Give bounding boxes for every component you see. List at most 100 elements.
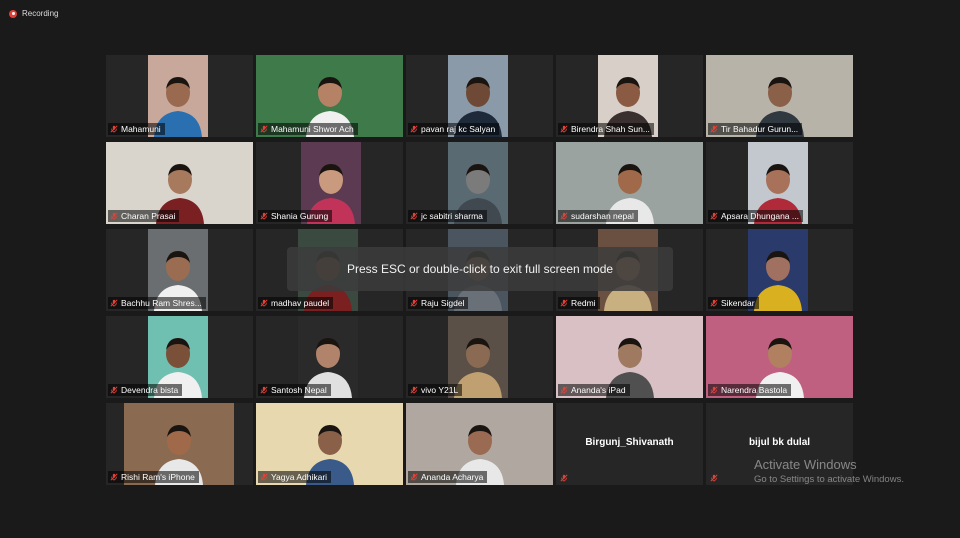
participant-name-bar: Rishi Ram's iPhone (108, 471, 199, 483)
participant-name: vivo Y21L (421, 385, 459, 395)
participant-name: Birgunj_Shivanath (585, 437, 674, 448)
participant-tile[interactable]: Devendra bista (106, 316, 253, 398)
participant-name-bar: Mahamuni Shwor Ach (258, 123, 358, 135)
muted-mic-icon (560, 474, 568, 482)
participant-name: Ananda Acharya (421, 472, 484, 482)
muted-mic-icon (560, 386, 568, 394)
participant-name: Ananda's iPad (571, 385, 626, 395)
participant-tile[interactable]: vivo Y21L (406, 316, 553, 398)
participant-tile[interactable]: Birendra Shah Sun... (556, 55, 703, 137)
participant-name: Sikendar (721, 298, 755, 308)
muted-mic-icon (110, 212, 118, 220)
participant-name: sudarshan nepal (571, 211, 634, 221)
participant-name-bar: Ananda Acharya (408, 471, 488, 483)
participant-tile[interactable]: Ananda Acharya (406, 403, 553, 485)
recording-indicator[interactable]: Recording (9, 9, 58, 18)
muted-mic-icon (260, 473, 268, 481)
muted-mic-icon (710, 474, 718, 482)
participant-tile[interactable]: Mahamuni Shwor Ach (256, 55, 403, 137)
fullscreen-toast-text: Press ESC or double-click to exit full s… (346, 262, 614, 276)
participant-mic (558, 473, 572, 483)
muted-mic-icon (410, 473, 418, 481)
participant-name-bar: Yagya Adhikari (258, 471, 332, 483)
muted-mic-icon (110, 473, 118, 481)
participant-name-bar: vivo Y21L (408, 384, 463, 396)
participant-tile[interactable]: pavan raj kc Salyan (406, 55, 553, 137)
participant-tile[interactable]: Yagya Adhikari (256, 403, 403, 485)
recording-label: Recording (22, 9, 59, 18)
participant-tile[interactable]: Tir Bahadur Gurun... (706, 55, 853, 137)
participant-tile[interactable]: Sikendar (706, 229, 853, 311)
muted-mic-icon (710, 386, 718, 394)
participant-tile[interactable]: Santosh Nepal (256, 316, 403, 398)
participant-name-bar: Birendra Shah Sun... (558, 123, 654, 135)
muted-mic-icon (410, 386, 418, 394)
activate-windows-title: Activate Windows (754, 457, 857, 472)
participant-tile[interactable]: Birgunj_Shivanath (556, 403, 703, 485)
participant-name-bar: madhav paudel (258, 297, 334, 309)
activate-windows-watermark: Activate Windows Go to Settings to activ… (754, 457, 904, 485)
participant-mic (708, 473, 722, 483)
participant-name-bar: Ananda's iPad (558, 384, 630, 396)
participant-name-bar: Bachhu Ram Shres... (108, 297, 206, 309)
participant-tile[interactable]: Narendra Bastola (706, 316, 853, 398)
muted-mic-icon (710, 299, 718, 307)
participant-name-bar: pavan raj kc Salyan (408, 123, 500, 135)
muted-mic-icon (710, 125, 718, 133)
muted-mic-icon (410, 299, 418, 307)
muted-mic-icon (110, 386, 118, 394)
participant-name: Narendra Bastola (721, 385, 788, 395)
participant-name-bar: jc sabitri sharma (408, 210, 487, 222)
participant-name-bar: Santosh Nepal (258, 384, 331, 396)
participant-name: Yagya Adhikari (271, 472, 328, 482)
participant-name: Bachhu Ram Shres... (121, 298, 202, 308)
participant-name: madhav paudel (271, 298, 330, 308)
participant-name: Shania Gurung (271, 211, 329, 221)
participant-name: Charan Prasai (121, 211, 176, 221)
muted-mic-icon (110, 125, 118, 133)
participant-name: Redmi (571, 298, 596, 308)
participant-name: Apsara Dhungana ... (721, 211, 799, 221)
participant-name-bar: Sikendar (708, 297, 759, 309)
participant-name: Santosh Nepal (271, 385, 327, 395)
participant-name-bar: Tir Bahadur Gurun... (708, 123, 803, 135)
participant-name: Birendra Shah Sun... (571, 124, 650, 134)
muted-mic-icon (410, 212, 418, 220)
muted-mic-icon (260, 299, 268, 307)
participant-name: pavan raj kc Salyan (421, 124, 496, 134)
participant-tile[interactable]: Rishi Ram's iPhone (106, 403, 253, 485)
participant-tile[interactable]: Mahamuni (106, 55, 253, 137)
participant-name-bar: Devendra bista (108, 384, 183, 396)
participant-tile[interactable]: Charan Prasai (106, 142, 253, 224)
participant-name-bar: Redmi (558, 297, 600, 309)
participant-name-bar: Charan Prasai (108, 210, 180, 222)
participant-tile[interactable]: Shania Gurung (256, 142, 403, 224)
participant-name: Mahamuni (121, 124, 161, 134)
participant-name: Rishi Ram's iPhone (121, 472, 195, 482)
muted-mic-icon (410, 125, 418, 133)
participant-tile[interactable]: Apsara Dhungana ... (706, 142, 853, 224)
participant-name-bar: Narendra Bastola (708, 384, 792, 396)
recording-icon (9, 9, 17, 18)
participant-name: Mahamuni Shwor Ach (271, 124, 354, 134)
participant-name-bar: Shania Gurung (258, 210, 333, 222)
participant-tile[interactable]: sudarshan nepal (556, 142, 703, 224)
participant-name: bijul bk dulal (748, 437, 811, 448)
participant-name-bar: sudarshan nepal (558, 210, 638, 222)
muted-mic-icon (710, 212, 718, 220)
participant-tile[interactable]: Ananda's iPad (556, 316, 703, 398)
participant-name: Raju Sigdel (421, 298, 465, 308)
muted-mic-icon (560, 125, 568, 133)
participant-tile[interactable]: Bachhu Ram Shres... (106, 229, 253, 311)
participant-name-bar: Raju Sigdel (408, 297, 469, 309)
participant-name-bar: Apsara Dhungana ... (708, 210, 803, 222)
participant-name: jc sabitri sharma (421, 211, 483, 221)
participant-name-bar: Mahamuni (108, 123, 165, 135)
muted-mic-icon (260, 212, 268, 220)
muted-mic-icon (260, 125, 268, 133)
fullscreen-toast: Press ESC or double-click to exit full s… (287, 247, 673, 291)
muted-mic-icon (560, 299, 568, 307)
participant-tile[interactable]: jc sabitri sharma (406, 142, 553, 224)
muted-mic-icon (110, 299, 118, 307)
activate-windows-subtitle: Go to Settings to activate Windows. (754, 474, 904, 485)
